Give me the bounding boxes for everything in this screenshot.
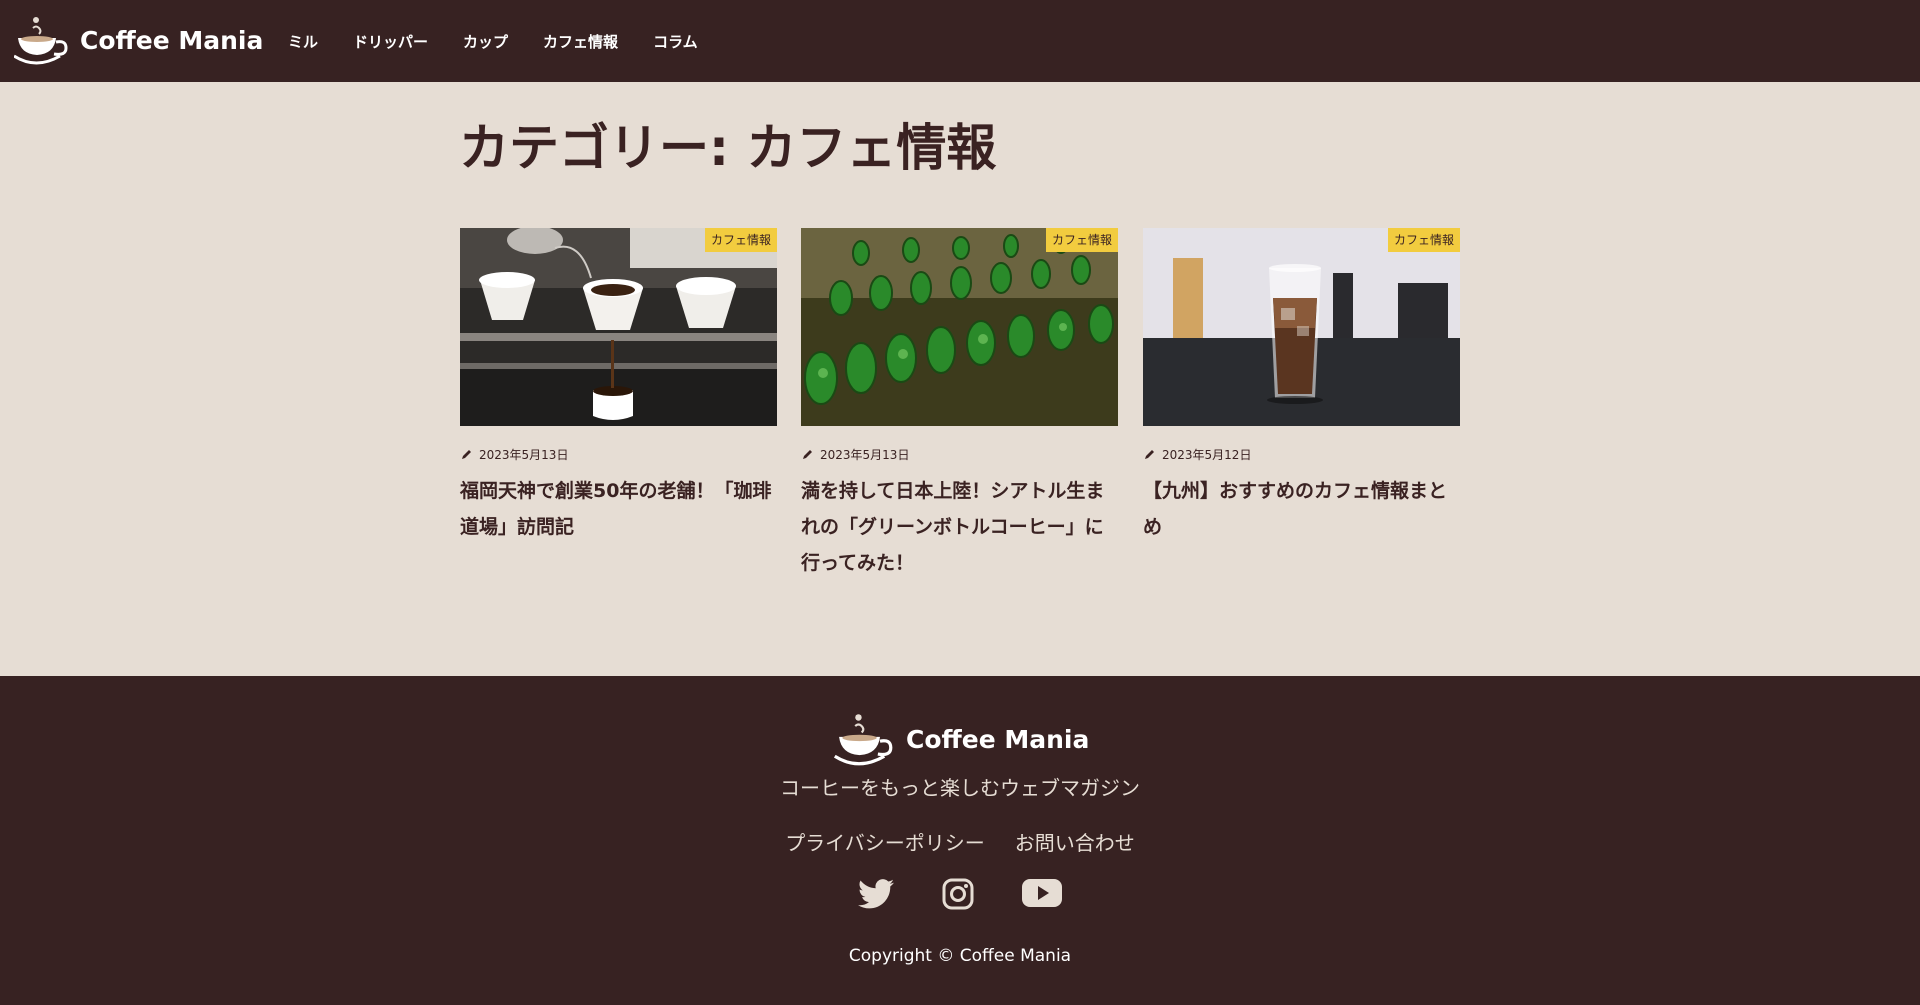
post-thumbnail[interactable]: カフェ情報 — [801, 228, 1118, 426]
nav-item-dripper[interactable]: ドリッパー — [353, 31, 428, 52]
site-logo[interactable]: Coffee Mania — [14, 14, 263, 66]
post-meta: 2023年5月13日 — [801, 446, 1118, 463]
twitter-icon[interactable] — [858, 878, 894, 914]
social-links — [858, 878, 1110, 914]
contact-link[interactable]: お問い合わせ — [1015, 827, 1135, 856]
post-thumbnail[interactable]: カフェ情報 — [1143, 228, 1460, 426]
main-nav: ミル ドリッパー カップ カフェ情報 コラム — [288, 31, 733, 52]
site-footer: Coffee Mania コーヒーをもっと楽しむウェブマガジン プライバシーポリ… — [0, 676, 1920, 1005]
nav-item-cafe-info[interactable]: カフェ情報 — [543, 31, 618, 52]
post-list: カフェ情報 2023年5月13日 福岡天神で創業50年の老舗！「珈琲道場」訪問記 — [460, 228, 1460, 588]
category-badge[interactable]: カフェ情報 — [1387, 228, 1460, 252]
nav-item-mill[interactable]: ミル — [288, 31, 318, 52]
nav-item-cup[interactable]: カップ — [463, 31, 508, 52]
post-card[interactable]: カフェ情報 2023年5月13日 満を持して日本上陸！シアトル生まれの「グリーン… — [801, 228, 1118, 581]
post-date: 2023年5月13日 — [479, 448, 569, 462]
post-date: 2023年5月13日 — [820, 448, 910, 462]
footer-tagline: コーヒーをもっと楽しむウェブマガジン — [780, 776, 1140, 800]
page-title: カテゴリー: カフェ情報 — [459, 119, 997, 177]
site-header: Coffee Mania ミル ドリッパー カップ カフェ情報 コラム — [0, 0, 1920, 82]
instagram-icon[interactable] — [942, 878, 974, 914]
nav-item-column[interactable]: コラム — [653, 31, 698, 52]
pencil-icon — [1145, 450, 1154, 459]
coffee-cup-icon — [14, 17, 68, 65]
category-badge[interactable]: カフェ情報 — [1045, 228, 1118, 252]
green-bottles-photo — [801, 228, 1118, 426]
footer-logo[interactable]: Coffee Mania — [834, 711, 1089, 767]
pencil-icon — [803, 450, 812, 459]
privacy-policy-link[interactable]: プライバシーポリシー — [785, 827, 985, 856]
post-meta: 2023年5月13日 — [460, 446, 777, 463]
post-title[interactable]: 満を持して日本上陸！シアトル生まれの「グリーンボトルコーヒー」に行ってみた！ — [801, 473, 1118, 581]
site-name: Coffee Mania — [80, 25, 264, 55]
iced-coffee-photo — [1143, 228, 1460, 426]
category-badge[interactable]: カフェ情報 — [704, 228, 777, 252]
pencil-icon — [462, 450, 471, 459]
post-title[interactable]: 福岡天神で創業50年の老舗！「珈琲道場」訪問記 — [460, 473, 777, 545]
post-title[interactable]: 【九州】おすすめのカフェ情報まとめ — [1143, 473, 1460, 545]
copyright: Copyright © Coffee Mania — [848, 946, 1072, 966]
footer-site-name: Coffee Mania — [906, 724, 1090, 754]
footer-links: プライバシーポリシー お問い合わせ — [0, 827, 1920, 856]
post-date: 2023年5月12日 — [1162, 448, 1252, 462]
coffee-cup-icon — [834, 714, 893, 766]
youtube-icon[interactable] — [1022, 878, 1062, 914]
pour-over-coffee-photo — [460, 228, 777, 426]
post-card[interactable]: カフェ情報 2023年5月12日 【九州】おすすめのカフェ情報まとめ — [1143, 228, 1460, 545]
post-meta: 2023年5月12日 — [1143, 446, 1460, 463]
post-thumbnail[interactable]: カフェ情報 — [460, 228, 777, 426]
post-card[interactable]: カフェ情報 2023年5月13日 福岡天神で創業50年の老舗！「珈琲道場」訪問記 — [460, 228, 777, 545]
